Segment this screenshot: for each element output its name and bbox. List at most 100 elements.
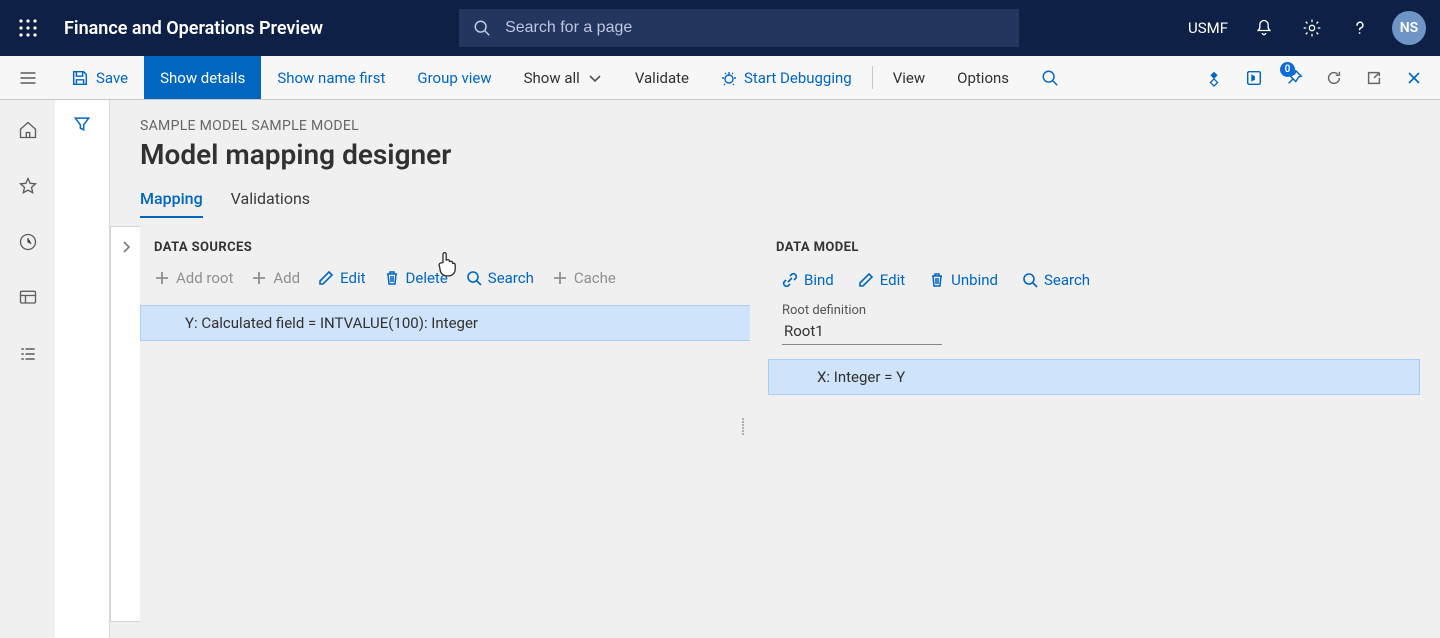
- popout-icon: [1365, 69, 1383, 87]
- delete-label: Delete: [406, 269, 448, 287]
- related-info-button[interactable]: [1194, 56, 1234, 100]
- show-details-label: Show details: [160, 69, 245, 87]
- start-debugging-label: Start Debugging: [744, 69, 852, 87]
- group-view-label: Group view: [417, 69, 491, 87]
- tab-mapping[interactable]: Mapping: [140, 189, 203, 218]
- root-definition-value[interactable]: Root1: [782, 320, 942, 345]
- hamburger-icon: [18, 68, 38, 88]
- trash-icon: [929, 272, 945, 288]
- app-launcher[interactable]: [8, 8, 48, 48]
- nav-recent[interactable]: [12, 226, 44, 258]
- popout-button[interactable]: [1354, 56, 1394, 100]
- plus-icon: [251, 270, 267, 286]
- company-picker[interactable]: USMF: [1178, 19, 1238, 37]
- cache-button[interactable]: Cache: [552, 269, 616, 287]
- settings-button[interactable]: [1290, 6, 1334, 50]
- nav-favorites[interactable]: [12, 170, 44, 202]
- show-all-label: Show all: [524, 69, 580, 87]
- add-root-button[interactable]: Add root: [154, 269, 233, 287]
- edit-label: Edit: [340, 269, 365, 287]
- filter-button[interactable]: [72, 114, 92, 638]
- data-sources-panel: DATA SOURCES Add root Add: [110, 226, 750, 622]
- command-divider: [872, 66, 873, 89]
- help-button[interactable]: [1338, 6, 1382, 50]
- view-menu[interactable]: View: [877, 56, 941, 99]
- show-name-first-label: Show name first: [277, 69, 385, 87]
- dm-edit-button[interactable]: Edit: [858, 271, 905, 289]
- open-in-office-button[interactable]: [1234, 56, 1274, 100]
- close-icon: [1406, 70, 1422, 86]
- validate-button[interactable]: Validate: [619, 56, 705, 99]
- tab-validations[interactable]: Validations: [231, 189, 310, 218]
- data-model-toolbar: Bind Edit Unbind: [768, 265, 1420, 297]
- page-body: SAMPLE MODEL SAMPLE MODEL Model mapping …: [0, 100, 1440, 638]
- page-title: Model mapping designer: [140, 138, 1410, 171]
- pencil-icon: [318, 270, 334, 286]
- find-button[interactable]: [1025, 56, 1075, 99]
- start-debugging-button[interactable]: Start Debugging: [705, 56, 868, 99]
- workspaces-icon: [18, 288, 38, 308]
- ds-search-label: Search: [488, 269, 534, 287]
- app-title: Finance and Operations Preview: [64, 18, 323, 39]
- nav-rail: [0, 100, 55, 638]
- plus-icon: [154, 270, 170, 286]
- view-label: View: [893, 69, 925, 87]
- attachments-button[interactable]: 0: [1274, 56, 1314, 100]
- delete-button[interactable]: Delete: [384, 269, 448, 287]
- cache-label: Cache: [574, 269, 616, 287]
- search-icon: [466, 270, 482, 286]
- plus-icon: [552, 270, 568, 286]
- save-icon: [71, 69, 89, 87]
- nav-toggle[interactable]: [0, 56, 55, 100]
- pencil-icon: [858, 272, 874, 288]
- nav-modules[interactable]: [12, 338, 44, 370]
- chevron-right-icon: [118, 239, 134, 255]
- root-definition-label: Root definition: [768, 297, 1420, 320]
- user-avatar[interactable]: NS: [1392, 11, 1426, 45]
- unbind-button[interactable]: Unbind: [929, 271, 998, 289]
- question-icon: [1350, 18, 1370, 38]
- add-button[interactable]: Add: [251, 269, 300, 287]
- bell-icon: [1254, 18, 1274, 38]
- global-search[interactable]: [459, 9, 1019, 47]
- search-icon: [1022, 272, 1038, 288]
- modules-icon: [18, 344, 38, 364]
- save-button[interactable]: Save: [55, 56, 144, 99]
- nav-workspaces[interactable]: [12, 282, 44, 314]
- save-label: Save: [96, 69, 128, 87]
- bind-label: Bind: [804, 271, 834, 289]
- dm-search-button[interactable]: Search: [1022, 271, 1090, 289]
- data-model-row[interactable]: X: Integer = Y: [768, 359, 1420, 395]
- data-source-row[interactable]: Y: Calculated field = INTVALUE(100): Int…: [140, 305, 750, 341]
- attachments-count: 0: [1280, 62, 1295, 77]
- bind-button[interactable]: Bind: [782, 271, 834, 289]
- add-label: Add: [273, 269, 300, 287]
- search-icon: [1041, 69, 1059, 87]
- nav-home[interactable]: [12, 114, 44, 146]
- clock-icon: [18, 232, 38, 252]
- gear-icon: [1302, 18, 1322, 38]
- command-bar: Save Show details Show name first Group …: [0, 56, 1440, 100]
- options-menu[interactable]: Options: [941, 56, 1025, 99]
- show-all-dropdown[interactable]: Show all: [508, 56, 619, 99]
- refresh-button[interactable]: [1314, 56, 1354, 100]
- panel-expand-toggle[interactable]: [118, 239, 134, 621]
- diamond-icon: [1205, 69, 1223, 87]
- show-name-first-button[interactable]: Show name first: [261, 56, 401, 99]
- global-search-input[interactable]: [503, 18, 1005, 38]
- home-icon: [18, 120, 38, 140]
- ds-search-button[interactable]: Search: [466, 269, 534, 287]
- splitter-handle[interactable]: [742, 418, 744, 435]
- link-icon: [782, 272, 798, 288]
- notifications-button[interactable]: [1242, 6, 1286, 50]
- group-view-button[interactable]: Group view: [401, 56, 507, 99]
- data-model-title: DATA MODEL: [768, 226, 1420, 265]
- show-details-button[interactable]: Show details: [144, 56, 261, 99]
- close-button[interactable]: [1394, 56, 1434, 100]
- edit-button[interactable]: Edit: [318, 269, 365, 287]
- filter-icon: [72, 114, 92, 134]
- search-icon: [473, 19, 491, 37]
- waffle-icon: [18, 18, 38, 38]
- top-bar: Finance and Operations Preview USMF: [0, 0, 1440, 56]
- office-icon: [1245, 69, 1263, 87]
